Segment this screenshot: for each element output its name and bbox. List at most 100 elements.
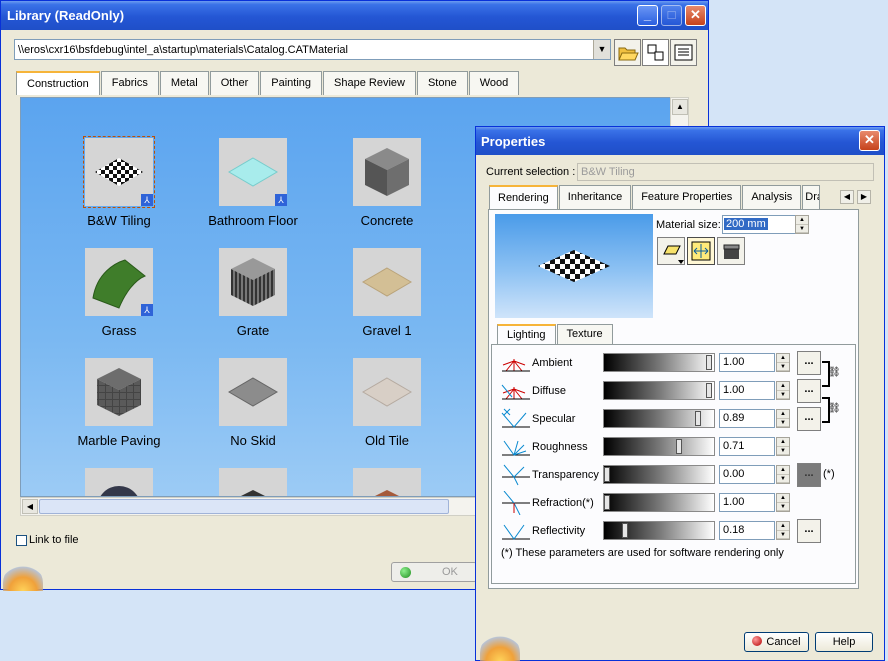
reflectivity-spinner[interactable]: ▲ ▼ [776, 521, 790, 540]
slider-knob[interactable] [604, 495, 610, 510]
adjust-texture-button[interactable] [687, 237, 715, 265]
tab-painting[interactable]: Painting [260, 71, 323, 95]
material-size-spinner[interactable]: ▲ ▼ [795, 215, 809, 234]
tab-shape-review[interactable]: Shape Review [323, 71, 416, 95]
tab-rendering[interactable]: Rendering [489, 185, 558, 209]
tab-scroll-left-icon[interactable]: ◀ [840, 190, 854, 204]
refraction-value-input[interactable]: 1.00 [719, 493, 775, 512]
chain-link-icon[interactable]: ⛓ [828, 403, 841, 417]
slider-knob[interactable] [695, 411, 701, 426]
ambient-slider[interactable] [603, 353, 715, 372]
roughness-icon [502, 440, 530, 456]
reflectivity-value-input[interactable]: 0.18 [719, 521, 775, 540]
reflectivity-slider[interactable] [603, 521, 715, 540]
close-button[interactable]: ✕ [685, 5, 706, 26]
tab-wood[interactable]: Wood [468, 71, 520, 95]
checkbox-box[interactable] [16, 534, 27, 546]
material-label: Concrete [360, 213, 414, 228]
slider-knob[interactable] [604, 467, 610, 482]
diffuse-icon [501, 384, 530, 400]
material-thumbnail: ⅄ [83, 136, 155, 208]
tab-texture[interactable]: Texture [556, 324, 613, 345]
planar-mapping-button[interactable] [657, 237, 685, 265]
properties-window: Properties ✕ Current selection : B&W Til… [475, 126, 885, 661]
open-folder-button[interactable] [614, 39, 641, 66]
tab-drafting[interactable]: Dra [802, 185, 821, 209]
tab-scroll-right-icon[interactable]: ▶ [857, 190, 871, 204]
ambient-value-input[interactable]: 1.00 [719, 353, 775, 372]
tab-metal[interactable]: Metal [159, 71, 209, 95]
current-selection-label: Current selection : [486, 166, 576, 178]
material-size-input[interactable]: 200 mm [722, 215, 806, 234]
param-row-reflectivity: Reflectivity 0.18 ▲ ▼ ... [500, 519, 845, 543]
diffuse-spinner[interactable]: ▲ ▼ [776, 381, 790, 400]
reflectivity-color-button[interactable]: ... [797, 519, 821, 543]
cancel-button[interactable]: Cancel [744, 632, 809, 652]
transparency-slider[interactable] [603, 465, 715, 484]
tab-lighting[interactable]: Lighting [497, 324, 556, 345]
ok-button[interactable]: OK [391, 562, 477, 582]
maximize-button[interactable]: □ [661, 5, 682, 26]
icon-view-button[interactable] [642, 39, 669, 66]
refraction-slider[interactable] [603, 493, 715, 512]
param-row-transparency: Transparency 0.00 ▲ ▼ ... (*) [500, 463, 845, 487]
chain-link-icon[interactable]: ⛓ [828, 367, 841, 381]
gallery-horizontal-scrollbar[interactable]: ◀ [20, 497, 480, 516]
transparency-value-input[interactable]: 0.00 [719, 465, 775, 484]
tab-other[interactable]: Other [209, 71, 260, 95]
scrollbar-thumb[interactable] [39, 499, 449, 514]
param-label: Ambient [532, 357, 573, 369]
ambient-color-button[interactable]: ... [797, 351, 821, 375]
tab-feature-properties[interactable]: Feature Properties [632, 185, 742, 209]
tab-inheritance[interactable]: Inheritance [558, 185, 632, 209]
diffuse-value-input[interactable]: 1.00 [719, 381, 775, 400]
material-label: Grass [101, 323, 137, 338]
chevron-down-icon[interactable]: ▼ [593, 40, 610, 59]
link-to-file-checkbox[interactable]: Link to file [14, 534, 79, 546]
texture-image-button[interactable] [717, 237, 745, 265]
library-titlebar[interactable]: Library (ReadOnly) _ □ ✕ [1, 1, 708, 30]
roughness-slider[interactable] [603, 437, 715, 456]
lighting-texture-tabs: Lighting Texture [497, 324, 614, 345]
specular-value-input[interactable]: 0.89 [719, 409, 775, 428]
slider-knob[interactable] [706, 383, 712, 398]
tab-fabrics[interactable]: Fabrics [100, 71, 159, 95]
param-label: Specular [532, 413, 576, 425]
list-view-button[interactable] [670, 39, 697, 66]
material-thumbnail: ⅄ [85, 248, 153, 316]
roughness-value-input[interactable]: 0.71 [719, 437, 775, 456]
transparency-color-button[interactable]: ... [797, 463, 821, 487]
minimize-button[interactable]: _ [637, 5, 658, 26]
specular-color-button[interactable]: ... [797, 407, 821, 431]
slider-knob[interactable] [706, 355, 712, 370]
link-to-file-label: Link to file [29, 534, 79, 547]
scroll-up-icon[interactable]: ▲ [672, 99, 688, 115]
transparency-icon [502, 464, 530, 486]
param-label: Refraction(*) [532, 497, 594, 509]
specular-spinner[interactable]: ▲ ▼ [776, 409, 790, 428]
properties-close-button[interactable]: ✕ [859, 130, 880, 151]
material-size-value: 200 mm [724, 218, 768, 230]
specular-slider[interactable] [603, 409, 715, 428]
roughness-spinner[interactable]: ▲ ▼ [776, 437, 790, 456]
tab-construction[interactable]: Construction [16, 71, 100, 95]
scroll-left-icon[interactable]: ◀ [22, 499, 38, 514]
tab-analysis[interactable]: Analysis [742, 185, 802, 209]
diffuse-slider[interactable] [603, 381, 715, 400]
diffuse-color-button[interactable]: ... [797, 379, 821, 403]
refraction-spinner[interactable]: ▲ ▼ [776, 493, 790, 512]
properties-title: Properties [481, 134, 546, 149]
ambient-spinner[interactable]: ▲ ▼ [776, 353, 790, 372]
properties-titlebar[interactable]: Properties ✕ [476, 127, 884, 155]
param-label: Roughness [532, 441, 588, 453]
catalog-path-text: \\eros\cxr16\bsfdebug\intel_a\startup\ma… [18, 44, 348, 56]
specular-icon [501, 408, 530, 428]
tab-stone[interactable]: Stone [416, 71, 468, 95]
material-label: Bathroom Floor [208, 213, 298, 228]
transparency-spinner[interactable]: ▲ ▼ [776, 465, 790, 484]
catalog-path-combo[interactable]: \\eros\cxr16\bsfdebug\intel_a\startup\ma… [14, 39, 611, 60]
help-button[interactable]: Help [815, 632, 873, 652]
slider-knob[interactable] [676, 439, 682, 454]
material-label: Marble Paving [77, 433, 161, 448]
slider-knob[interactable] [622, 523, 628, 538]
